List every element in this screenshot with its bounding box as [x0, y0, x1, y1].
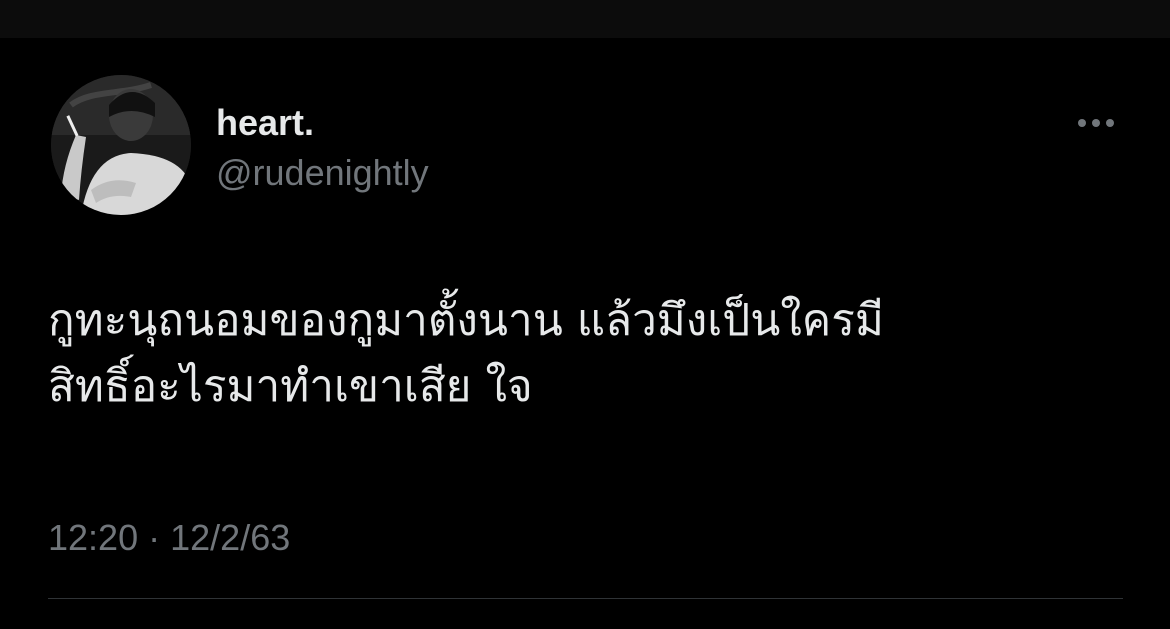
timestamp[interactable]: 12:20 · 12/2/63 — [48, 516, 290, 560]
user-handle[interactable]: @rudenightly — [216, 151, 429, 195]
tweet-card: heart. @rudenightly กูทะนุถนอมของกูมาตั้… — [0, 38, 1170, 629]
avatar[interactable] — [51, 75, 191, 215]
more-options-button[interactable] — [1068, 108, 1124, 138]
more-horizontal-icon — [1078, 119, 1114, 127]
divider — [48, 598, 1123, 599]
tweet-time: 12:20 — [48, 517, 139, 558]
display-name[interactable]: heart. — [216, 101, 314, 145]
tweet-date: 12/2/63 — [170, 517, 291, 558]
timestamp-separator: · — [148, 517, 161, 558]
tweet-text: กูทะนุถนอมของกูมาตั้งนาน แล้วมึงเป็นใครม… — [48, 295, 884, 412]
avatar-image — [51, 75, 191, 215]
top-bar — [0, 0, 1170, 38]
